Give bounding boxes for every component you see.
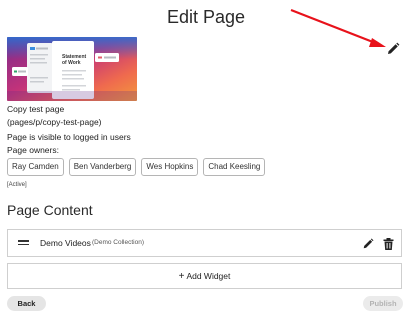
back-button[interactable]: Back <box>7 296 46 311</box>
owner-chip[interactable]: Ray Camden <box>7 158 64 176</box>
owner-chip[interactable]: Chad Keesling <box>203 158 266 176</box>
page-title: Edit Page <box>166 7 246 27</box>
edit-page-pencil-icon[interactable] <box>386 42 400 56</box>
add-widget-label: Add Widget <box>186 271 231 281</box>
owners-list: Ray Camden Ben Vanderberg Wes Hopkins Ch… <box>7 158 266 176</box>
widget-row: Demo Videos (Demo Collection) <box>7 229 402 257</box>
page-content-heading: Page Content <box>7 202 93 218</box>
edit-page-screen: Edit Page Statement of Work Copy test pa… <box>0 0 420 331</box>
add-widget-button[interactable]: + Add Widget <box>7 263 402 289</box>
page-name: Copy test page <box>7 104 65 114</box>
status-badge: [Active] <box>7 182 27 188</box>
page-owners-label: Page owners: <box>7 145 59 155</box>
owner-chip[interactable]: Ben Vanderberg <box>68 158 137 176</box>
widget-type: (Demo Collection) <box>92 239 145 246</box>
owner-chip[interactable]: Wes Hopkins <box>141 158 199 176</box>
widget-edit-pencil-icon[interactable] <box>362 238 374 250</box>
page-visibility: Page is visible to logged in users <box>7 132 131 142</box>
plus-icon: + <box>178 271 185 282</box>
widget-delete-trash-icon[interactable] <box>383 238 394 250</box>
page-thumbnail: Statement of Work <box>7 37 137 101</box>
drag-handle-icon[interactable] <box>18 240 29 246</box>
svg-text:of Work: of Work <box>62 60 81 66</box>
publish-button: Publish <box>363 296 403 311</box>
widget-name: Demo Videos <box>40 238 91 248</box>
page-path: (pages/p/copy-test-page) <box>7 117 102 127</box>
